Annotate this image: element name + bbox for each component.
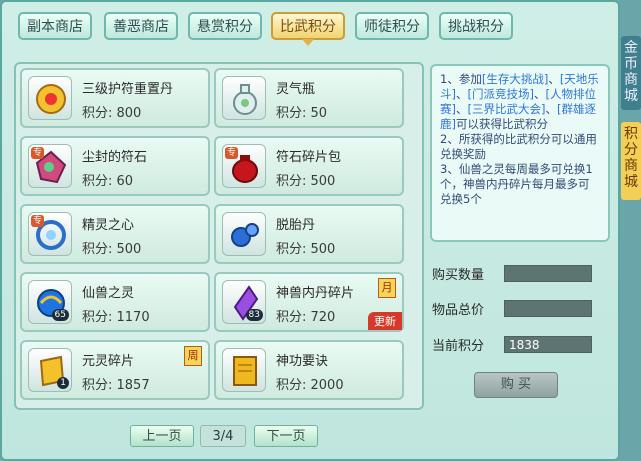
exclusive-tag: 专 — [225, 147, 239, 159]
item-points: 积分: 500 — [276, 174, 336, 189]
buy-qty-input[interactable] — [504, 265, 592, 282]
item-card[interactable]: 神功要诀 积分: 2000 — [214, 340, 404, 400]
item-points: 积分: 1857 — [82, 378, 150, 393]
item-name: 灵气瓶 — [276, 82, 316, 97]
total-price-label: 物品总价 — [432, 303, 485, 318]
info-text: 、 — [456, 102, 468, 116]
item-grid: 三级护符重置丹 积分: 800 灵气瓶 积分: 50 专 尘封的符石 积分: 6… — [14, 62, 424, 410]
red-pouch-icon: 专 — [222, 144, 266, 188]
tab-karma-shop[interactable]: 善恶商店 — [104, 12, 178, 40]
tab-bounty-points[interactable]: 悬赏积分 — [188, 12, 262, 40]
item-card[interactable]: 专 符石碎片包 积分: 500 — [214, 136, 404, 196]
tab-duel-points[interactable]: 比武积分 — [271, 12, 345, 46]
item-name: 精灵之心 — [82, 218, 135, 233]
item-card[interactable]: 专 精灵之心 积分: 500 — [20, 204, 210, 264]
prev-page-button[interactable]: 上一页 — [130, 425, 194, 447]
shop-window: 副本商店 善恶商店 悬赏积分 比武积分 师徒积分 挑战积分 三级护符重置丹 积分… — [0, 0, 620, 461]
purple-crystal-icon: 83 — [222, 280, 266, 324]
item-name: 神功要诀 — [276, 354, 329, 369]
rules-info-box: 1、参加[生存大挑战]、[天地乐斗]、[门派竞技场]、[人物排位赛]、[三界比武… — [430, 64, 610, 242]
info-text: 2、所获得的比武积分可以通用兑换奖励 — [440, 132, 597, 161]
item-name: 尘封的符石 — [82, 150, 148, 165]
item-points: 积分: 500 — [276, 242, 336, 257]
item-points: 积分: 720 — [276, 310, 336, 325]
event-link[interactable]: [三界比武大会] — [468, 102, 546, 116]
weekly-badge: 周 — [184, 346, 202, 366]
item-card[interactable]: 灵气瓶 积分: 50 — [214, 68, 404, 128]
info-text: 、 — [533, 87, 546, 101]
page-indicator: 3/4 — [200, 425, 246, 447]
item-quantity: 83 — [245, 309, 263, 321]
info-text: 、 — [456, 87, 468, 101]
exclusive-tag: 专 — [31, 147, 45, 159]
item-card[interactable]: 专 尘封的符石 积分: 60 — [20, 136, 210, 196]
item-card[interactable]: 83 神兽内丹碎片 积分: 720 月 更新 — [214, 272, 404, 332]
blue-pill-icon — [222, 212, 266, 256]
side-tab-points-shop[interactable]: 积分商城 — [621, 122, 641, 200]
item-name: 仙兽之灵 — [82, 286, 135, 301]
info-text: 3、仙兽之灵每周最多可兑换1个，神兽内丹碎片每月最多可兑换5个 — [440, 162, 593, 206]
buy-button[interactable]: 购 买 — [474, 372, 558, 398]
info-text: 可以获得比武积分 — [456, 117, 548, 131]
tab-dungeon-shop[interactable]: 副本商店 — [18, 12, 92, 40]
beast-orb-icon: 65 — [28, 280, 72, 324]
side-tab-gold-shop[interactable]: 金币商城 — [621, 36, 641, 110]
info-text: 1、参加 — [440, 72, 482, 86]
monthly-badge: 月 — [378, 278, 396, 298]
info-text: 、 — [545, 102, 557, 116]
new-ribbon: 更新 — [368, 312, 402, 330]
rune-stone-icon: 专 — [28, 144, 72, 188]
tab-mentor-points[interactable]: 师徒积分 — [355, 12, 429, 40]
spirit-vase-icon — [222, 76, 266, 120]
item-points: 积分: 50 — [276, 106, 328, 121]
current-points-field: 1838 — [504, 336, 592, 353]
event-link[interactable]: [门派竞技场] — [468, 87, 534, 101]
item-quantity: 65 — [51, 309, 69, 321]
golden-book-icon — [222, 348, 266, 392]
tab-challenge-points[interactable]: 挑战积分 — [439, 12, 513, 40]
exclusive-tag: 专 — [31, 215, 45, 227]
item-name: 三级护符重置丹 — [82, 82, 174, 97]
item-points: 积分: 60 — [82, 174, 134, 189]
total-price-field — [504, 300, 592, 317]
item-name: 符石碎片包 — [276, 150, 342, 165]
item-card[interactable]: 三级护符重置丹 积分: 800 — [20, 68, 210, 128]
info-text: 、 — [548, 72, 560, 86]
gold-charm-icon — [28, 76, 72, 120]
item-name: 脱胎丹 — [276, 218, 316, 233]
item-card[interactable]: 脱胎丹 积分: 500 — [214, 204, 404, 264]
event-link[interactable]: [生存大挑战] — [482, 72, 548, 86]
next-page-button[interactable]: 下一页 — [254, 425, 318, 447]
item-card[interactable]: 1 元灵碎片 积分: 1857 周 — [20, 340, 210, 400]
buy-qty-label: 购买数量 — [432, 268, 485, 283]
item-points: 积分: 2000 — [276, 378, 344, 393]
yuanling-shard-icon: 1 — [28, 348, 72, 392]
item-card[interactable]: 65 仙兽之灵 积分: 1170 — [20, 272, 210, 332]
item-points: 积分: 500 — [82, 242, 142, 257]
item-quantity: 1 — [57, 377, 69, 389]
current-points-label: 当前积分 — [432, 339, 485, 354]
item-name: 神兽内丹碎片 — [276, 286, 355, 301]
item-name: 元灵碎片 — [82, 354, 135, 369]
item-points: 积分: 800 — [82, 106, 142, 121]
spirit-heart-icon: 专 — [28, 212, 72, 256]
item-points: 积分: 1170 — [82, 310, 150, 325]
